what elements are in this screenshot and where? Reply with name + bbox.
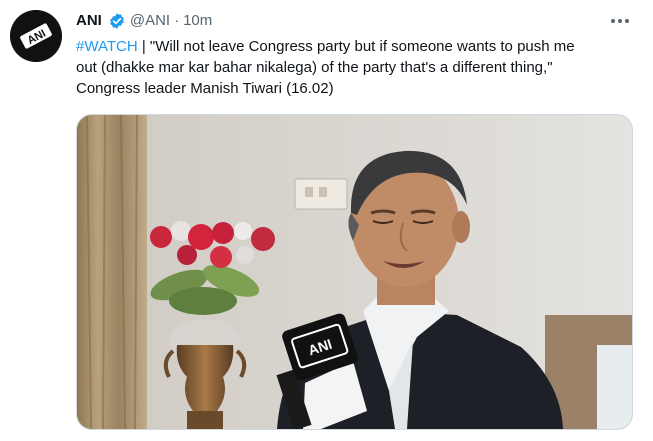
video-frame-image: ANI	[77, 115, 632, 429]
verified-badge-icon	[108, 12, 126, 30]
tweet-header: ANI @ANI · 10m	[76, 11, 212, 31]
author-name[interactable]: ANI	[76, 11, 102, 31]
ani-logo-icon: ANI	[10, 10, 62, 62]
tweet-text-line2: out (dhakke mar kar bahar nikalega) of t…	[76, 59, 553, 76]
tweet-text-line3: Congress leader Manish Tiwari (16.02)	[76, 80, 334, 97]
tweet-timestamp[interactable]: 10m	[183, 11, 212, 31]
avatar[interactable]: ANI	[10, 10, 62, 62]
tweet-media-video[interactable]: ANI	[76, 114, 633, 430]
tweet-text-line1: | "Will not leave Congress party but if …	[137, 38, 575, 55]
tweet-text: #WATCH | "Will not leave Congress party …	[76, 36, 636, 99]
author-handle[interactable]: @ANI	[130, 11, 170, 31]
more-options-icon[interactable]	[609, 12, 631, 30]
tweet-card[interactable]: ANI ANI @ANI · 10m #WATCH | "Will not le…	[0, 0, 653, 441]
hashtag-link[interactable]: #WATCH	[76, 38, 138, 55]
separator-dot: ·	[174, 12, 180, 29]
